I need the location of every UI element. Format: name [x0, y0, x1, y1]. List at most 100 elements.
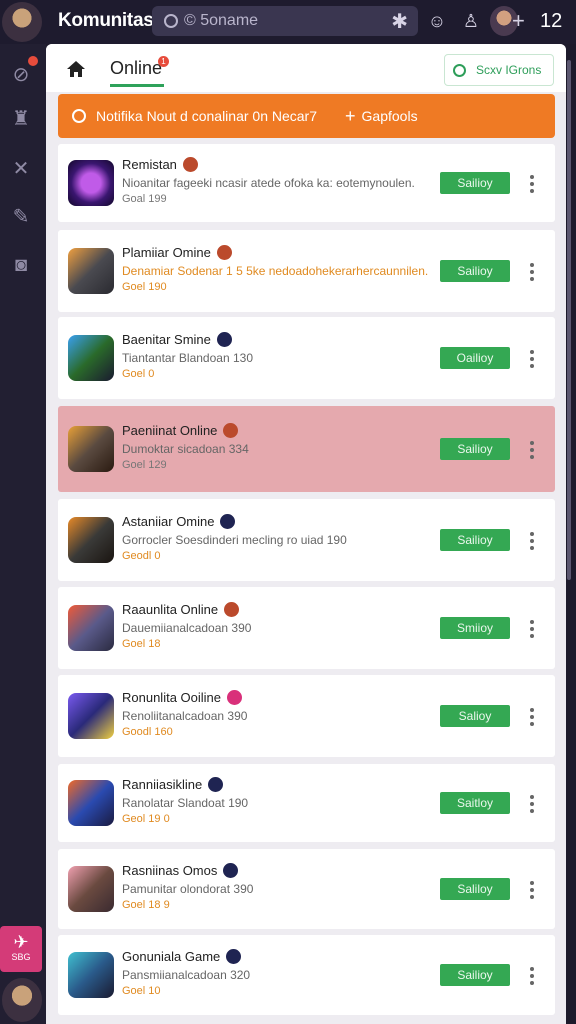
home-icon[interactable]: [66, 60, 86, 78]
item-subtitle: Ranolatar Slandoat 190: [122, 796, 249, 810]
list-item[interactable]: Remistan Nioanitar fageeki ncasir atede o…: [58, 144, 555, 222]
item-title: Astaniiar Omine: [122, 514, 236, 529]
item-title: Gonuniala Game: [122, 949, 242, 964]
join-button[interactable]: Sailioy: [440, 438, 510, 460]
game-thumbnail: [68, 517, 114, 563]
join-button[interactable]: Sailioy: [440, 964, 510, 986]
bird-icon: ✈: [13, 932, 29, 952]
item-subtitle: Nioanitar fageeki ncasir atede ofoka ka:…: [122, 176, 415, 190]
item-subtitle: Gorrocler Soesdinderi mecling ro uiad 19…: [122, 533, 347, 547]
join-button[interactable]: Sailioy: [440, 260, 510, 282]
more-options-icon[interactable]: [530, 967, 534, 988]
game-thumbnail: [68, 952, 114, 998]
plus-icon: +: [345, 105, 356, 126]
item-meta: Goel 129: [122, 459, 167, 471]
item-meta: Goodl 160: [122, 726, 173, 738]
info-icon: [72, 109, 86, 123]
join-button[interactable]: Salioy: [440, 705, 510, 727]
main-panel: Online 1 Sсxv IGrons Notifika Nout d con…: [46, 44, 566, 1024]
trophy-icon[interactable]: ♜: [8, 106, 34, 132]
item-title-text: Ronunlita Ooiline: [122, 690, 222, 705]
star-icon[interactable]: ✱: [391, 9, 408, 34]
search-icon: [453, 63, 466, 77]
status-icon: [224, 602, 240, 617]
list-item[interactable]: Ronunlita Ooiline Renoliitanalcadoan 390 G…: [58, 675, 555, 757]
camera-icon[interactable]: ◙: [8, 252, 34, 278]
item-title-text: Astaniiar Omine: [122, 514, 215, 529]
tab-online[interactable]: Online: [110, 58, 164, 87]
item-title: Baenitar Smine: [122, 332, 232, 347]
more-options-icon[interactable]: [530, 620, 534, 641]
emoji-icon[interactable]: ☺: [426, 10, 448, 32]
item-subtitle: Denamiar Sodenar 1 5 5ke nedoadohekerarh…: [122, 264, 429, 278]
item-subtitle: Pamunitar olondorat 390: [122, 882, 254, 896]
item-title-text: Rasniinas Omos: [122, 863, 218, 878]
list-item[interactable]: Astaniiar Omine Gorrocler Soesdinderi mec…: [58, 499, 555, 581]
more-options-icon[interactable]: [530, 441, 534, 462]
more-options-icon[interactable]: [530, 175, 534, 196]
item-subtitle: Dumoktar sicadoan 334: [122, 442, 249, 456]
search-input[interactable]: © 5oname ✱: [152, 6, 418, 36]
join-button[interactable]: Saitloy: [440, 792, 510, 814]
join-button[interactable]: Smiioy: [440, 617, 510, 639]
more-options-icon[interactable]: [530, 708, 534, 729]
status-icon: [216, 332, 232, 347]
social-label: SBG: [11, 952, 31, 962]
more-options-icon[interactable]: [530, 263, 534, 284]
join-button[interactable]: Sailioy: [440, 529, 510, 551]
item-subtitle: Pansmiianalcadoan 320: [122, 968, 251, 982]
more-options-icon[interactable]: [530, 881, 534, 902]
list-item[interactable]: Ranniiasikline Ranolatar Slandoat 190 Geol…: [58, 764, 555, 842]
user-avatar[interactable]: [2, 2, 42, 42]
item-meta: Goel 190: [122, 281, 167, 293]
friend-count: 12: [540, 10, 563, 32]
app-title: Komunitas: [58, 10, 154, 31]
scrollbar[interactable]: [567, 60, 571, 580]
game-thumbnail: [68, 866, 114, 912]
join-button[interactable]: Oailioy: [440, 347, 510, 369]
notification-action[interactable]: Gapfools: [362, 108, 418, 124]
status-icon: [223, 423, 239, 438]
list-item[interactable]: Rasniinas Omos Pamunitar olondorat 390 Goe…: [58, 849, 555, 929]
item-title-text: Paeniinat Online: [122, 423, 218, 438]
item-meta: Geodl 0: [122, 550, 161, 562]
item-title-text: Baenitar Smine: [122, 332, 211, 347]
swords-icon[interactable]: ✕: [8, 156, 34, 182]
notification-text: Notifika Nout d conalinar 0n Necar7: [96, 108, 318, 124]
compass-icon[interactable]: ⊘: [8, 62, 34, 88]
notification-badge: [28, 56, 38, 66]
game-thumbnail: [68, 426, 114, 472]
status-icon: [227, 690, 243, 705]
game-thumbnail: [68, 693, 114, 739]
profile-avatar[interactable]: [2, 978, 42, 1022]
status-icon: [220, 514, 236, 529]
game-thumbnail: [68, 335, 114, 381]
feather-icon[interactable]: ✎: [8, 204, 34, 230]
notification-banner[interactable]: Notifika Nout d conalinar 0n Necar7 + Ga…: [58, 94, 555, 138]
profile-icon[interactable]: ♙: [460, 10, 482, 32]
list-item[interactable]: Baenitar Smine Tiantantar Blandoan 130 Goe…: [58, 317, 555, 399]
social-button[interactable]: ✈ SBG: [0, 926, 42, 972]
more-options-icon[interactable]: [530, 350, 534, 371]
item-meta: Goel 18 9: [122, 899, 170, 911]
item-subtitle: Renoliitanalcadoan 390: [122, 709, 248, 723]
search-groups-button[interactable]: Sсxv IGrons: [444, 54, 554, 86]
list-item[interactable]: Raaunlita Online Dauemiianalcadoan 390 Goe…: [58, 587, 555, 669]
item-title-text: Plamiiar Omine: [122, 245, 211, 260]
more-options-icon[interactable]: [530, 795, 534, 816]
list-item[interactable]: Gonuniala Game Pansmiianalcadoan 320 Goel …: [58, 935, 555, 1015]
top-bar: Komunitas © 5oname ✱ ☺ ♙ + 12: [0, 0, 576, 44]
add-friend-icon[interactable]: +: [512, 8, 525, 34]
tab-online-label: Online: [110, 58, 163, 78]
game-thumbnail: [68, 780, 114, 826]
item-title-text: Gonuniala Game: [122, 949, 221, 964]
more-options-icon[interactable]: [530, 532, 534, 553]
list-item[interactable]: Plamiiar Omine Denamiar Sodenar 1 5 5ke n…: [58, 230, 555, 312]
join-button[interactable]: Saliloy: [440, 878, 510, 900]
status-icon: [208, 777, 224, 792]
item-title: Ranniiasikline: [122, 777, 224, 792]
list-item[interactable]: Paeniinat Online Dumoktar sicadoan 334 Goe…: [58, 406, 555, 492]
panel-header: Online 1 Sсxv IGrons: [46, 44, 566, 92]
join-button[interactable]: Sailioy: [440, 172, 510, 194]
item-title-text: Remistan: [122, 157, 177, 172]
